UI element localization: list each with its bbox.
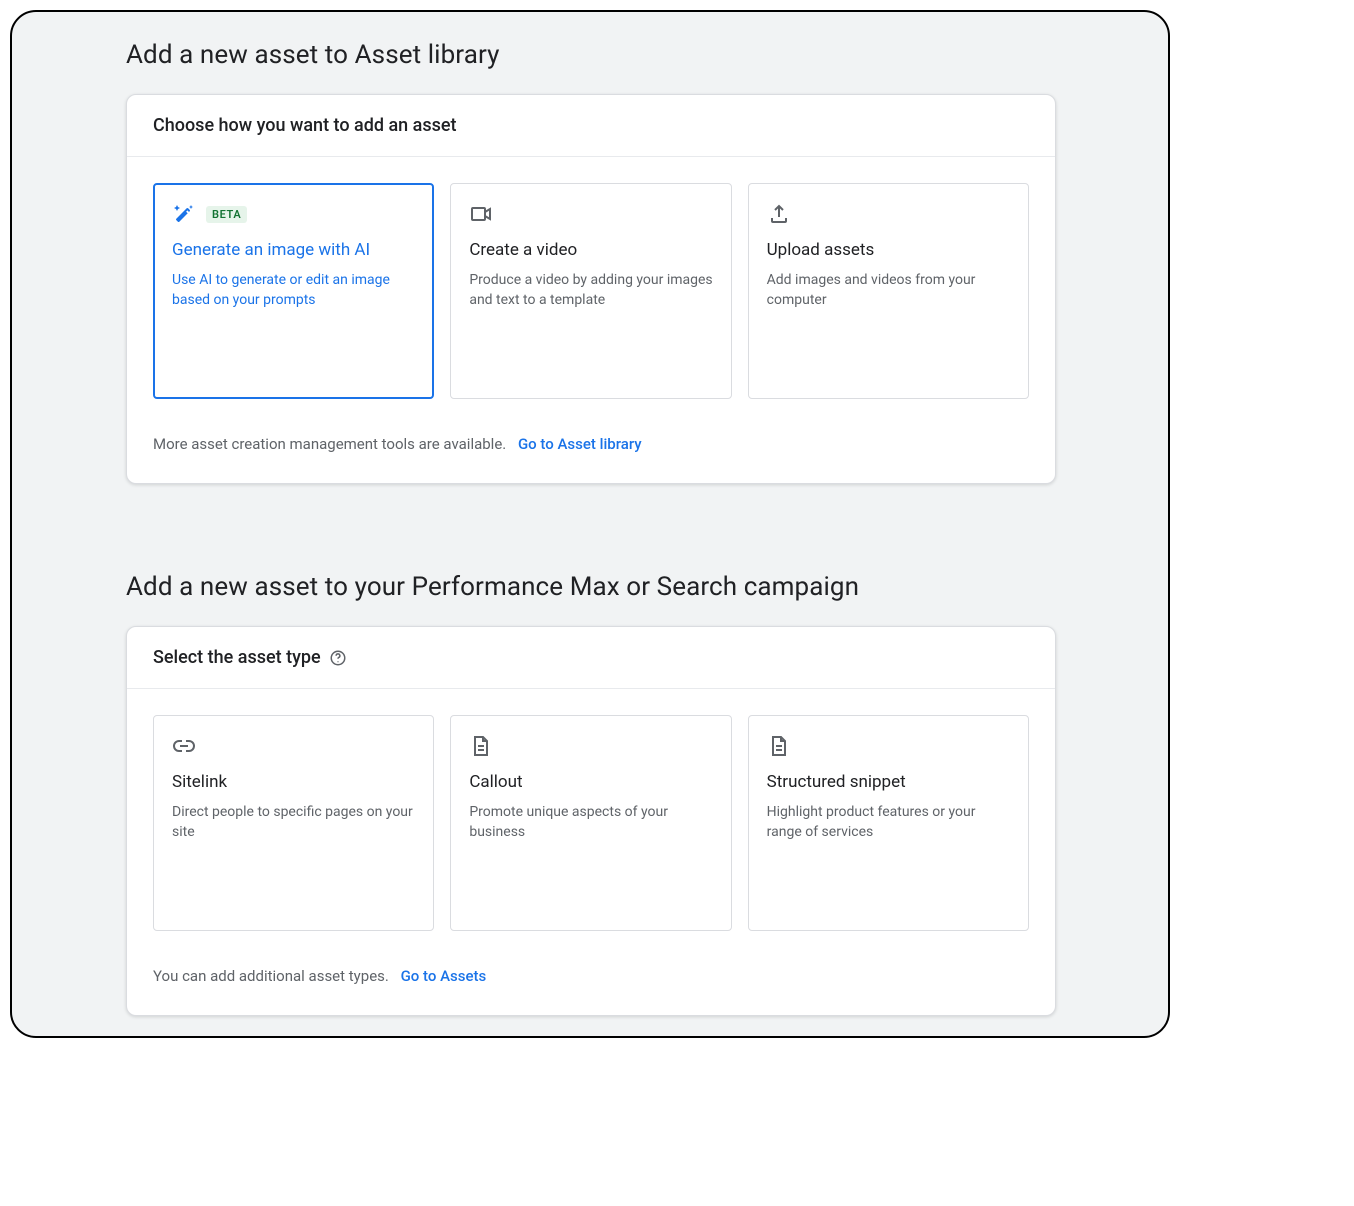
option-title: Callout — [469, 772, 712, 792]
help-icon[interactable] — [329, 649, 347, 667]
go-to-assets-link[interactable]: Go to Assets — [401, 967, 487, 985]
section-title-asset-library: Add a new asset to Asset library — [126, 40, 1150, 70]
card-select-asset-type: Select the asset type Sitelink Direct pe… — [126, 626, 1056, 1016]
card-body: Sitelink Direct people to specific pages… — [127, 689, 1055, 1015]
go-to-asset-library-link[interactable]: Go to Asset library — [518, 435, 642, 453]
option-desc: Produce a video by adding your images an… — [469, 270, 712, 311]
document-icon — [469, 734, 493, 758]
option-desc: Use AI to generate or edit an image base… — [172, 270, 415, 311]
option-title: Upload assets — [767, 240, 1010, 260]
option-desc: Add images and videos from your computer — [767, 270, 1010, 311]
card-header: Choose how you want to add an asset — [127, 95, 1055, 157]
card-body: BETA Generate an image with AI Use AI to… — [127, 157, 1055, 483]
card-header-text: Choose how you want to add an asset — [153, 115, 457, 136]
option-title: Structured snippet — [767, 772, 1010, 792]
link-icon — [172, 734, 196, 758]
footer-text: More asset creation management tools are… — [153, 435, 506, 453]
option-desc: Promote unique aspects of your business — [469, 802, 712, 843]
card-footer: More asset creation management tools are… — [153, 435, 1029, 453]
option-row: BETA Generate an image with AI Use AI to… — [153, 183, 1029, 399]
beta-badge: BETA — [206, 206, 247, 223]
footer-text: You can add additional asset types. — [153, 967, 389, 985]
option-create-video[interactable]: Create a video Produce a video by adding… — [450, 183, 731, 399]
section-title-campaign: Add a new asset to your Performance Max … — [126, 572, 1150, 602]
option-structured-snippet[interactable]: Structured snippet Highlight product fea… — [748, 715, 1029, 931]
upload-icon — [767, 202, 791, 226]
video-camera-icon — [469, 202, 493, 226]
card-header-text: Select the asset type — [153, 647, 321, 668]
card-header: Select the asset type — [127, 627, 1055, 689]
document-icon — [767, 734, 791, 758]
card-footer: You can add additional asset types. Go t… — [153, 967, 1029, 985]
option-title: Create a video — [469, 240, 712, 260]
option-sitelink[interactable]: Sitelink Direct people to specific pages… — [153, 715, 434, 931]
option-title: Sitelink — [172, 772, 415, 792]
option-desc: Highlight product features or your range… — [767, 802, 1010, 843]
option-callout[interactable]: Callout Promote unique aspects of your b… — [450, 715, 731, 931]
option-desc: Direct people to specific pages on your … — [172, 802, 415, 843]
option-upload-assets[interactable]: Upload assets Add images and videos from… — [748, 183, 1029, 399]
card-add-asset-library: Choose how you want to add an asset BETA… — [126, 94, 1056, 484]
option-generate-image-ai[interactable]: BETA Generate an image with AI Use AI to… — [153, 183, 434, 399]
page-frame: Add a new asset to Asset library Choose … — [10, 10, 1170, 1038]
option-row: Sitelink Direct people to specific pages… — [153, 715, 1029, 931]
magic-wand-icon — [172, 202, 196, 226]
option-title: Generate an image with AI — [172, 240, 415, 260]
